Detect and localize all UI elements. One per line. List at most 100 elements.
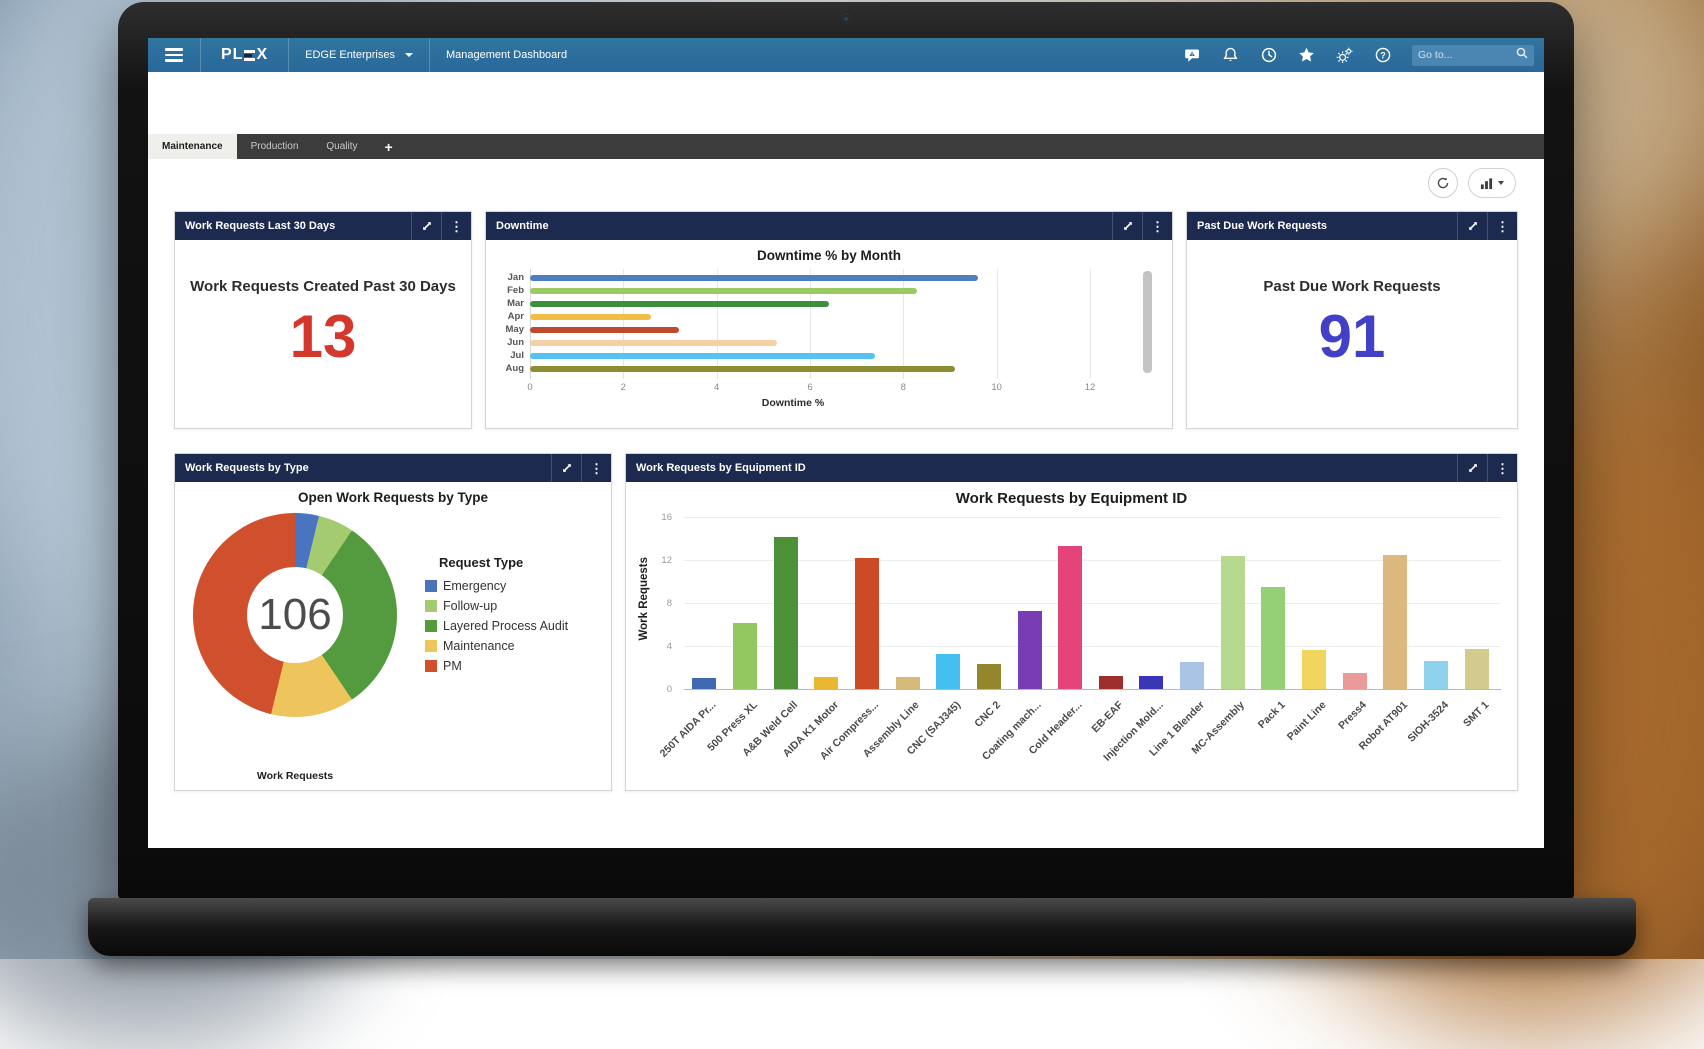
card-header: Downtime ⋮ [486, 212, 1172, 240]
refresh-button[interactable] [1428, 168, 1458, 198]
equipment-bar[interactable] [692, 678, 716, 689]
plex-logo[interactable]: PL X [200, 38, 289, 72]
legend-swatch [425, 660, 437, 672]
help-icon[interactable]: ? [1374, 47, 1391, 64]
y-category-label: Aug [496, 363, 524, 374]
recent-clock-icon[interactable] [1260, 47, 1277, 64]
equipment-bar[interactable] [855, 558, 879, 689]
export-button[interactable] [1468, 168, 1516, 198]
card-menu-button[interactable]: ⋮ [1487, 212, 1517, 240]
x-category-label: SIOH-3524 [1405, 699, 1451, 745]
downtime-bar[interactable] [530, 340, 777, 346]
hamburger-menu-button[interactable] [148, 38, 200, 72]
card-body: Open Work Requests by Type 106 Request [175, 482, 611, 790]
equipment-bar[interactable] [977, 664, 1001, 689]
equipment-bar[interactable] [1383, 555, 1407, 689]
y-tick-label: 8 [634, 598, 672, 609]
legend-swatch [425, 580, 437, 592]
expand-icon [421, 220, 433, 232]
top-navbar: PL X EDGE Enterprises Management Dashboa… [148, 38, 1544, 72]
x-category-label: CNC 2 [973, 699, 1004, 730]
plex-logo-e-icon [244, 50, 255, 61]
legend-title: Request Type [439, 555, 568, 570]
equipment-bar[interactable] [1058, 546, 1082, 689]
equipment-bar[interactable] [1099, 676, 1123, 689]
company-name: EDGE Enterprises [305, 49, 395, 61]
equipment-bar[interactable] [1221, 556, 1245, 689]
equipment-bar[interactable] [814, 677, 838, 689]
legend-item: Layered Process Audit [425, 619, 568, 633]
y-tick-label: 0 [634, 684, 672, 695]
card-body: Work Requests by Equipment ID Work Reque… [626, 482, 1517, 791]
card-body: Past Due Work Requests 91 [1187, 240, 1517, 428]
downtime-bar[interactable] [530, 314, 651, 320]
x-tick-label: 2 [621, 382, 626, 393]
downtime-bar[interactable] [530, 353, 875, 359]
downtime-bar[interactable] [530, 301, 829, 307]
expand-card-button[interactable] [551, 454, 581, 482]
expand-icon [561, 462, 573, 474]
company-selector[interactable]: EDGE Enterprises [289, 38, 430, 72]
gridline [684, 689, 1501, 690]
tab-maintenance[interactable]: Maintenance [148, 134, 237, 159]
equipment-bar[interactable] [774, 537, 798, 689]
expand-card-button[interactable] [411, 212, 441, 240]
card-body: Work Requests Created Past 30 Days 13 [175, 240, 471, 428]
equipment-bar[interactable] [1139, 676, 1163, 689]
equipment-bar[interactable] [1465, 649, 1489, 689]
card-menu-button[interactable]: ⋮ [1487, 454, 1517, 482]
downtime-bar[interactable] [530, 275, 978, 281]
favorites-star-icon[interactable] [1298, 47, 1315, 64]
downtime-bar[interactable] [530, 366, 955, 372]
dashboard-canvas: Work Requests Last 30 Days ⋮ Work Reques… [148, 207, 1544, 791]
card-work-requests-30d: Work Requests Last 30 Days ⋮ Work Reques… [174, 211, 472, 429]
downtime-chart: Downtime % 024681012JanFebMarAprMayJunJu… [496, 269, 1162, 419]
content-spacer [148, 72, 1544, 134]
notifications-bell-icon[interactable] [1222, 47, 1239, 64]
equipment-bar[interactable] [1261, 587, 1285, 689]
settings-gears-icon[interactable] [1336, 47, 1353, 64]
tab-production[interactable]: Production [237, 134, 313, 159]
alerts-bubble-icon[interactable] [1184, 47, 1201, 64]
downtime-bar[interactable] [530, 327, 679, 333]
donut-hole: 106 [247, 567, 343, 663]
equipment-bar[interactable] [896, 677, 920, 689]
equipment-bar[interactable] [1424, 661, 1448, 689]
chevron-down-icon [1498, 181, 1504, 185]
add-tab-button[interactable]: + [372, 134, 406, 159]
plex-logo-text: PL [221, 46, 243, 64]
card-menu-button[interactable]: ⋮ [441, 212, 471, 240]
equipment-bar[interactable] [733, 623, 757, 689]
expand-card-button[interactable] [1457, 454, 1487, 482]
tab-quality[interactable]: Quality [312, 134, 371, 159]
x-category-label: Pack 1 [1256, 699, 1288, 731]
card-menu-button[interactable]: ⋮ [581, 454, 611, 482]
equipment-bar[interactable] [1302, 650, 1326, 689]
equipment-bar[interactable] [1343, 673, 1367, 689]
y-category-label: May [496, 324, 524, 335]
card-header: Past Due Work Requests ⋮ [1187, 212, 1517, 240]
legend-swatch [425, 640, 437, 652]
navbar-actions: ? [1184, 45, 1544, 66]
donut-center-value: 106 [258, 590, 331, 640]
search-icon[interactable] [1516, 46, 1528, 64]
legend-item: Emergency [425, 579, 568, 593]
x-category-label: SMT 1 [1461, 699, 1491, 729]
stat-label: Past Due Work Requests [1263, 278, 1440, 295]
card-menu-button[interactable]: ⋮ [1142, 212, 1172, 240]
goto-search-input[interactable] [1418, 49, 1516, 61]
gridline [903, 269, 904, 379]
downtime-bar[interactable] [530, 288, 917, 294]
expand-card-button[interactable] [1457, 212, 1487, 240]
equipment-bar[interactable] [1180, 662, 1204, 689]
x-category-label: Paint Line [1285, 699, 1329, 743]
x-category-label: Press4 [1336, 699, 1369, 732]
equipment-bar[interactable] [1018, 611, 1042, 689]
donut-caption: Work Requests [193, 770, 397, 782]
downtime-scrollbar[interactable] [1143, 271, 1152, 373]
gridline [684, 603, 1501, 604]
equipment-bar[interactable] [936, 654, 960, 689]
expand-card-button[interactable] [1112, 212, 1142, 240]
export-chart-icon [1480, 177, 1493, 190]
request-type-legend: Request Type EmergencyFollow-upLayered P… [425, 555, 568, 717]
